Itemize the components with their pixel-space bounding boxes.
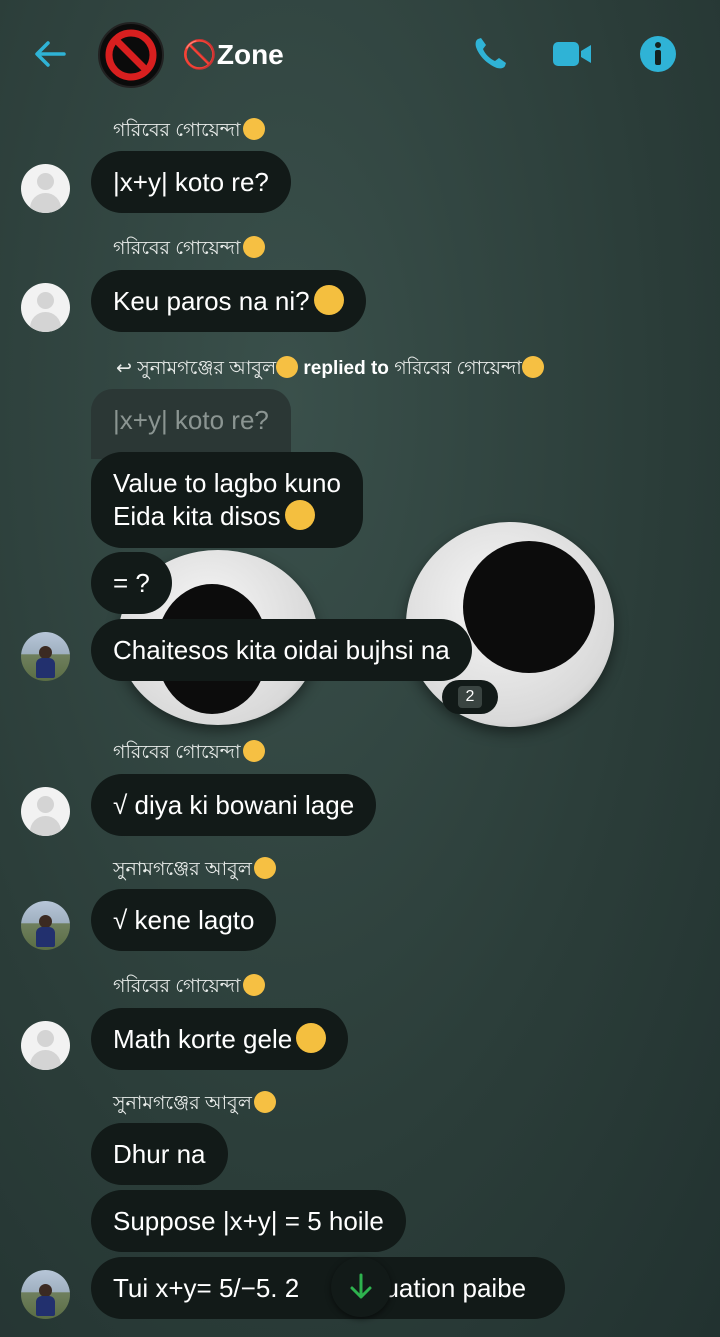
smiling-face-emoji-icon (276, 356, 299, 378)
sender-name-text: গরিবের গোয়েন্দা (113, 742, 241, 763)
avatar[interactable] (21, 901, 70, 950)
message-text: Dhur na (113, 1139, 206, 1169)
quoted-text: |x+y| koto re? (113, 405, 269, 435)
back-arrow-icon[interactable] (28, 32, 72, 76)
avatar[interactable] (21, 1270, 70, 1319)
avatar[interactable] (21, 164, 70, 213)
sender-name: গরিবের গোয়েন্দা (113, 972, 265, 1004)
avatar[interactable] (21, 1021, 70, 1070)
message-bubble[interactable]: Math korte gele (91, 1008, 349, 1070)
message-bubble[interactable]: √ diya ki bowani lage (91, 774, 377, 836)
reaction-count: 2 (458, 686, 482, 708)
pupil (463, 541, 595, 673)
message-text: |x+y| koto re? (113, 167, 269, 197)
sender-name-text: সুনামগঞ্জের আবুল (113, 859, 252, 880)
avatar[interactable] (21, 787, 70, 836)
message-text: = ? (113, 568, 150, 598)
message-text: uation paibe (384, 1273, 527, 1303)
sender-name-text: গরিবের গোয়েন্দা (113, 976, 241, 997)
reply-to-name: গরিবের গোয়েন্দা (394, 358, 522, 379)
sneezing-face-emoji-icon (242, 974, 265, 996)
sender-name: গরিবের গোয়েন্দা (113, 738, 265, 770)
sender-name: সুনামগঞ্জের আবুল (113, 1089, 276, 1121)
arrow-down-icon (350, 1273, 372, 1299)
chat-header: 🚫Zone (0, 0, 720, 105)
message-bubble[interactable]: √ kene lagto (91, 889, 277, 951)
message-bubble[interactable]: Keu paros na ni? (91, 270, 366, 332)
smiling-face-emoji-icon (253, 857, 276, 879)
sender-name-text: গরিবের গোয়েন্দা (113, 120, 241, 141)
reply-indicator: ↩ সুনামগঞ্জের আবুল replied to গরিবের গোয… (116, 354, 544, 386)
message-text-line: Eida kita disos (113, 501, 281, 531)
avatar[interactable] (21, 632, 70, 681)
reply-arrow-icon: ↩ (116, 358, 132, 379)
dizzy-face-emoji-icon (284, 500, 315, 530)
avatar[interactable] (21, 283, 70, 332)
replied-to-label: replied to (303, 358, 389, 379)
slight-smile-emoji-icon (296, 1023, 327, 1053)
message-text: √ kene lagto (113, 905, 255, 935)
sender-name: গরিবের গোয়েন্দা (113, 234, 265, 266)
quoted-message[interactable]: |x+y| koto re? (91, 389, 291, 459)
scroll-to-bottom-button[interactable] (331, 1257, 391, 1317)
sneezing-face-emoji-icon (521, 356, 544, 378)
message-bubble[interactable]: Dhur na (91, 1123, 228, 1185)
message-text: √ diya ki bowani lage (113, 790, 355, 820)
video-camera-icon[interactable] (552, 34, 592, 74)
chat-title[interactable]: 🚫Zone (182, 34, 284, 74)
sneezing-face-emoji-icon (242, 740, 265, 762)
eye-roll-emoji-icon (313, 285, 344, 315)
group-avatar[interactable] (98, 22, 164, 88)
message-text: Tui x+y= 5/−5. 2 (113, 1273, 307, 1303)
sender-name: সুনামগঞ্জের আবুল (113, 855, 276, 887)
message-text: Chaitesos kita oidai bujhsi na (113, 635, 450, 665)
message-bubble[interactable]: Chaitesos kita oidai bujhsi na (91, 619, 472, 681)
chat-title-text: 🚫Zone (182, 38, 284, 70)
message-bubble[interactable]: Tui x+y= 5/−5. 2 uation paibe (91, 1257, 565, 1319)
info-icon[interactable] (638, 34, 678, 74)
reaction-badge[interactable]: 2 (442, 680, 498, 714)
message-text: Keu paros na ni? (113, 286, 310, 316)
message-text-line: Value to lagbo kuno (113, 468, 341, 498)
sender-name: গরিবের গোয়েন্দা (113, 116, 265, 148)
message-text: Suppose |x+y| = 5 hoile (113, 1206, 384, 1236)
sender-name-text: গরিবের গোয়েন্দা (113, 238, 241, 259)
message-bubble[interactable]: Value to lagbo kuno Eida kita disos (91, 452, 363, 548)
sneezing-face-emoji-icon (242, 118, 265, 140)
message-bubble[interactable]: = ? (91, 552, 172, 614)
message-bubble[interactable]: |x+y| koto re? (91, 151, 291, 213)
reply-from-name: সুনামগঞ্জের আবুল (137, 358, 277, 379)
message-text: Math korte gele (113, 1024, 293, 1054)
smiling-face-emoji-icon (253, 1091, 276, 1113)
message-bubble[interactable]: Suppose |x+y| = 5 hoile (91, 1190, 406, 1252)
sneezing-face-emoji-icon (242, 236, 265, 258)
sender-name-text: সুনামগঞ্জের আবুল (113, 1093, 252, 1114)
phone-icon[interactable] (470, 34, 510, 74)
